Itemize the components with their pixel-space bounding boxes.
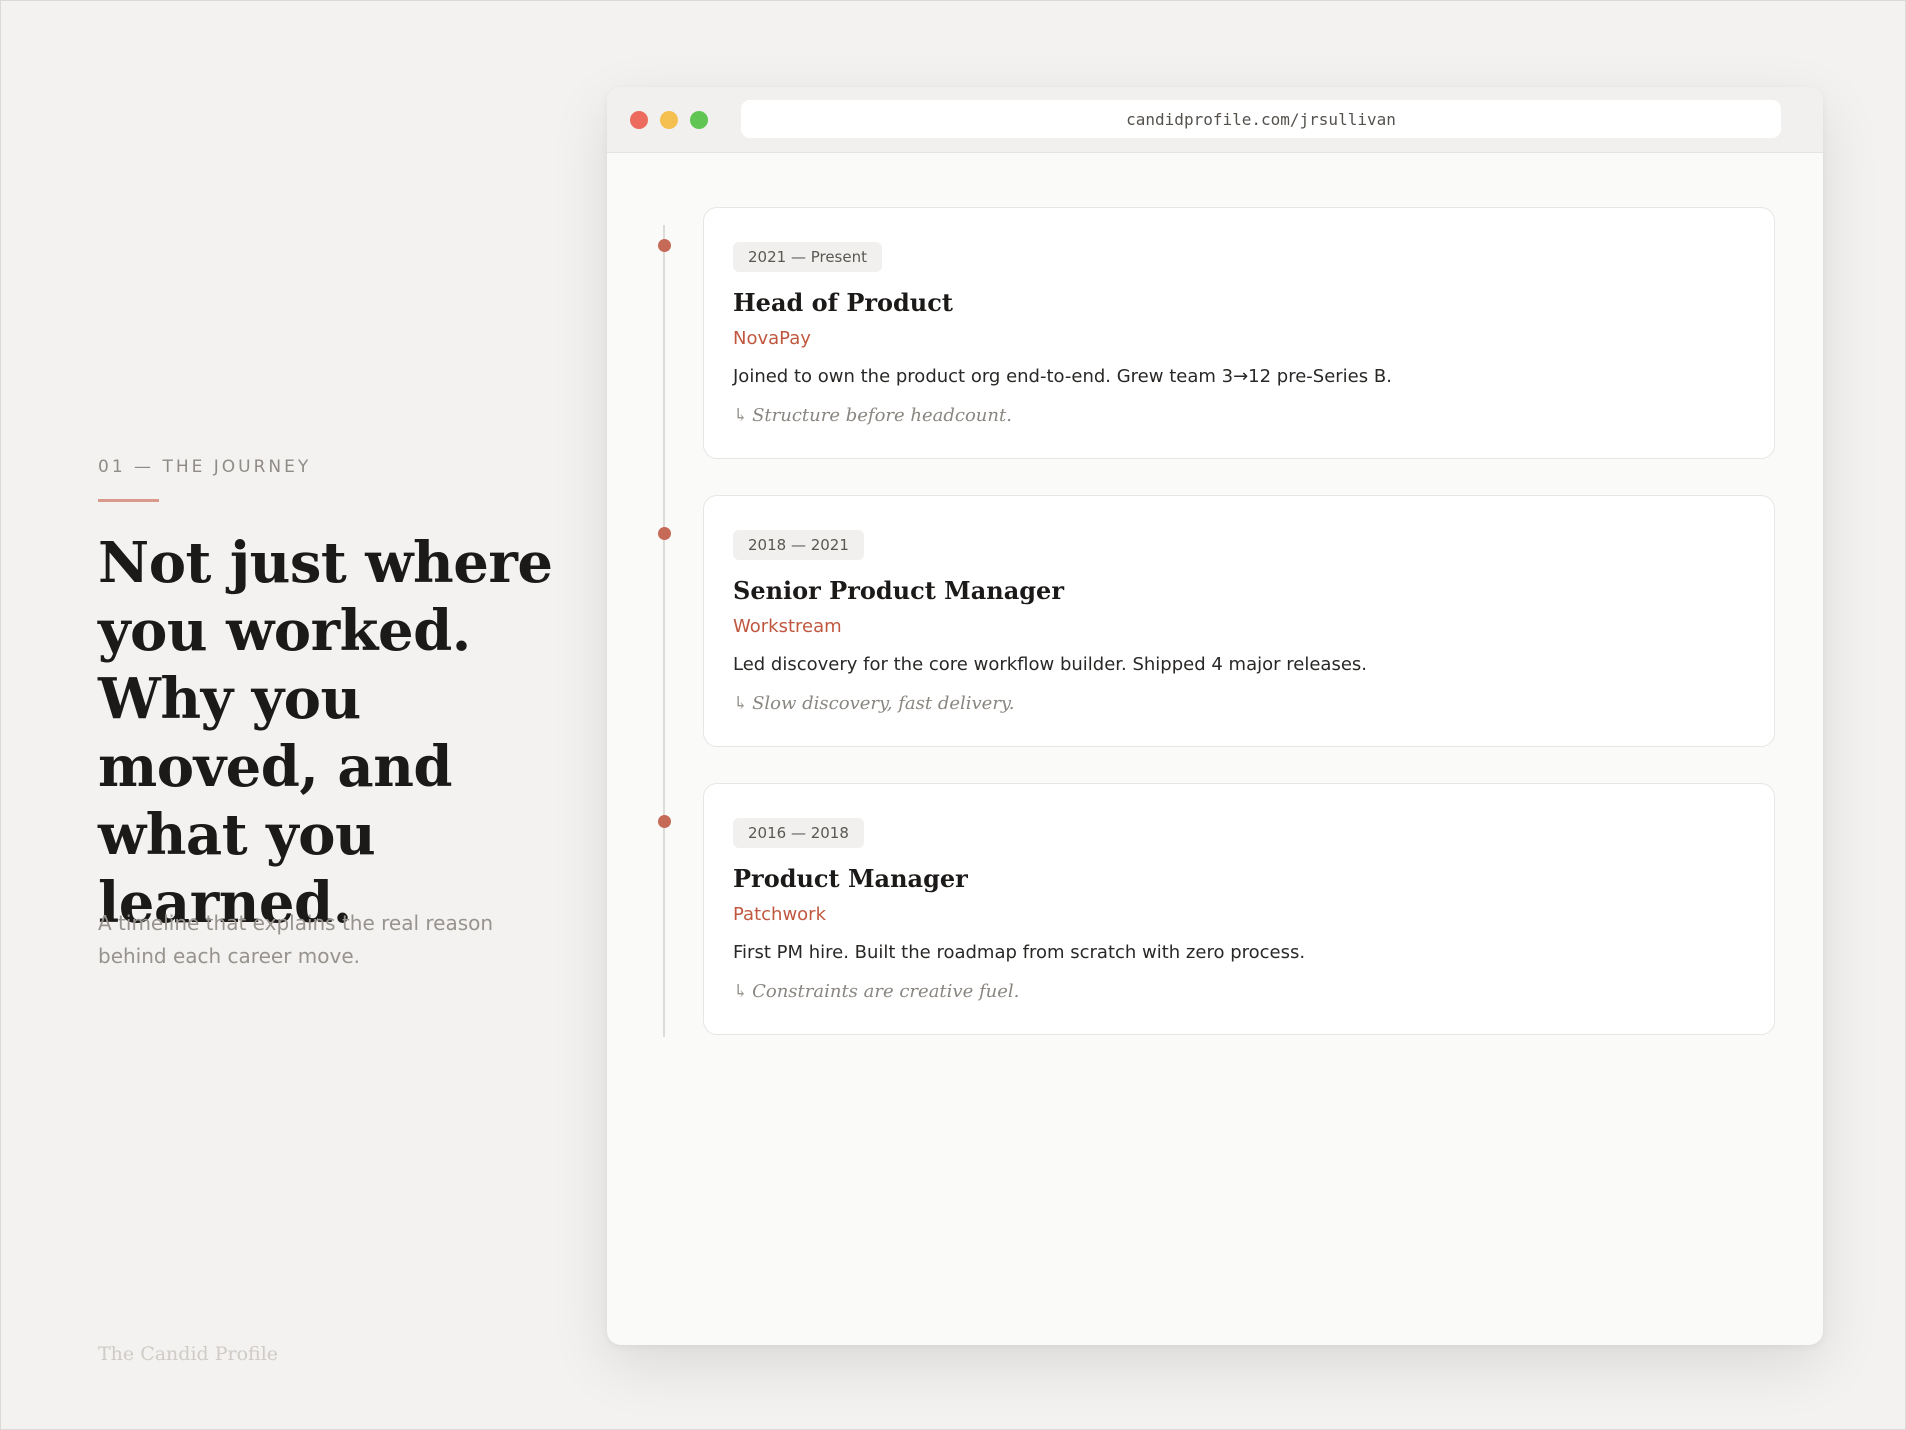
- lesson-text: Slow discovery, fast delivery.: [752, 693, 1015, 714]
- timeline-dot: [658, 239, 671, 252]
- role-title: Product Manager: [733, 864, 968, 893]
- date-badge: 2018 — 2021: [733, 530, 864, 560]
- timeline-card[interactable]: 2021 — Present Head of Product NovaPay J…: [703, 207, 1775, 459]
- return-arrow-icon: ↳: [733, 693, 749, 714]
- company-name: Workstream: [733, 616, 842, 637]
- timeline-line: [663, 225, 665, 1037]
- lesson-learned: ↳ Structure before headcount.: [733, 405, 1012, 426]
- role-description: Joined to own the product org end-to-end…: [733, 366, 1392, 387]
- timeline-dot: [658, 527, 671, 540]
- section-eyebrow: 01 — THE JOURNEY: [98, 457, 312, 477]
- timeline-card[interactable]: 2018 — 2021 Senior Product Manager Works…: [703, 495, 1775, 747]
- maximize-window-button[interactable]: [690, 111, 708, 129]
- role-description: Led discovery for the core workflow buil…: [733, 654, 1367, 675]
- address-bar[interactable]: candidprofile.com/jrsullivan: [741, 100, 1781, 138]
- timeline-card[interactable]: 2016 — 2018 Product Manager Patchwork Fi…: [703, 783, 1775, 1035]
- role-title: Head of Product: [733, 288, 953, 317]
- return-arrow-icon: ↳: [733, 405, 749, 426]
- lesson-text: Structure before headcount.: [752, 405, 1012, 426]
- lesson-learned: ↳ Slow discovery, fast delivery.: [733, 693, 1014, 714]
- lesson-text: Constraints are creative fuel.: [752, 981, 1020, 1002]
- role-description: First PM hire. Built the roadmap from sc…: [733, 942, 1306, 963]
- company-name: Patchwork: [733, 904, 826, 925]
- intro-panel: 01 — THE JOURNEY Not just where you work…: [98, 1, 558, 1430]
- date-badge: 2021 — Present: [733, 242, 882, 272]
- eyebrow-divider: [98, 499, 159, 502]
- brand-footer: The Candid Profile: [98, 1343, 279, 1365]
- close-window-button[interactable]: [630, 111, 648, 129]
- page: 01 — THE JOURNEY Not just where you work…: [0, 0, 1906, 1430]
- browser-toolbar: candidprofile.com/jrsullivan: [607, 87, 1823, 153]
- return-arrow-icon: ↳: [733, 981, 749, 1002]
- browser-window: candidprofile.com/jrsullivan 2021 — Pres…: [607, 87, 1823, 1345]
- headline: Not just where you worked. Why you moved…: [98, 530, 553, 936]
- minimize-window-button[interactable]: [660, 111, 678, 129]
- role-title: Senior Product Manager: [733, 576, 1064, 605]
- lesson-learned: ↳ Constraints are creative fuel.: [733, 981, 1019, 1002]
- timeline-dot: [658, 815, 671, 828]
- subtext: A timeline that explains the real reason…: [98, 911, 494, 968]
- date-badge: 2016 — 2018: [733, 818, 864, 848]
- company-name: NovaPay: [733, 328, 811, 349]
